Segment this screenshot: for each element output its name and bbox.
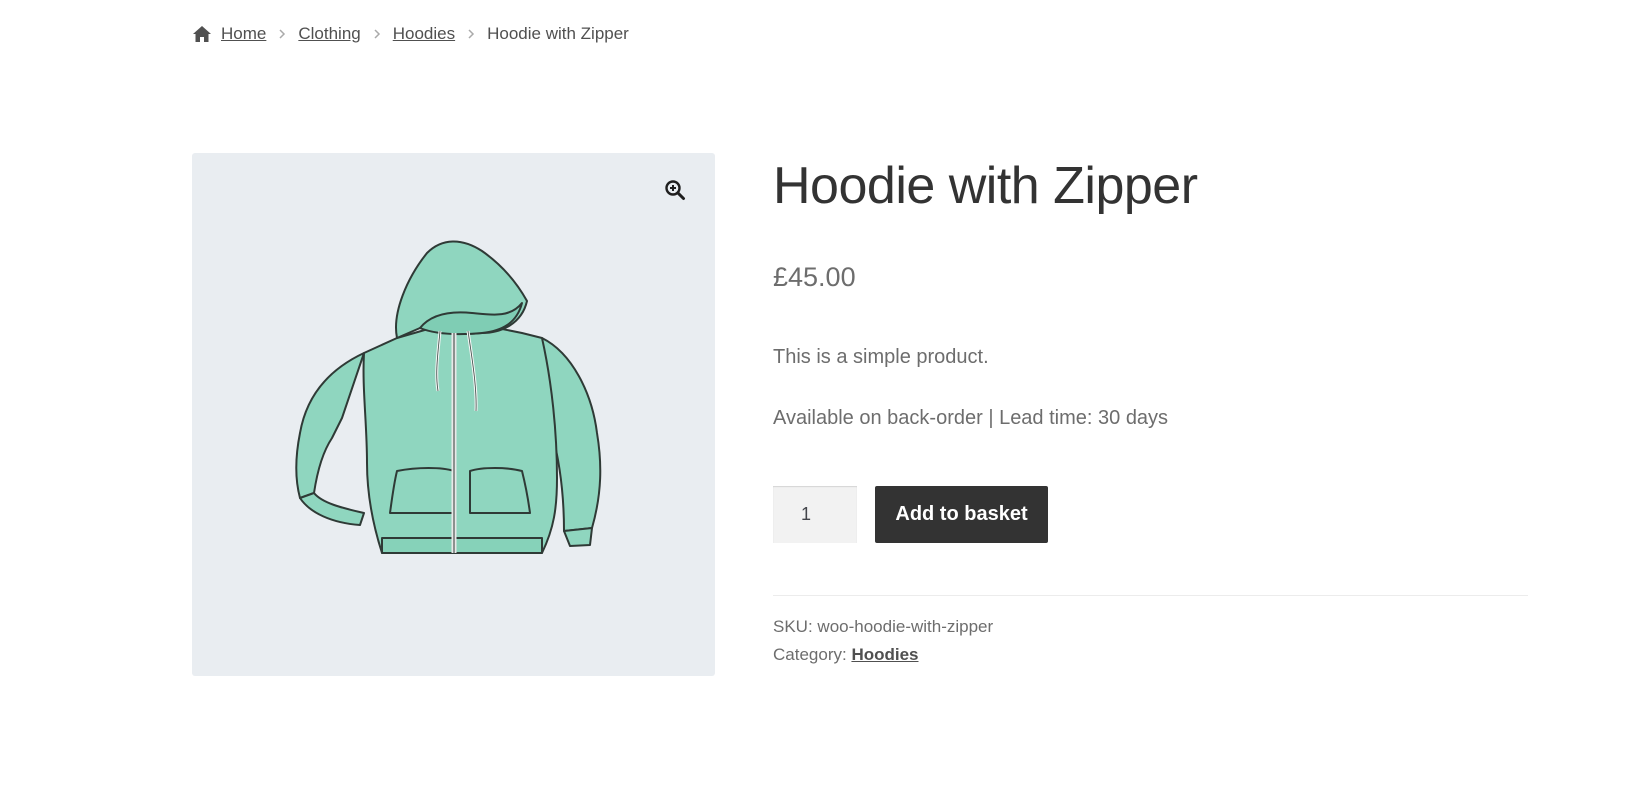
chevron-right-icon [464,27,478,41]
stock-status: Available on back-order | Lead time: 30 … [773,407,1169,429]
chevron-right-icon [275,27,289,41]
quantity-input[interactable] [773,486,857,543]
chevron-right-icon [370,27,384,41]
breadcrumb-home-link[interactable]: Home [221,24,266,44]
product-sku: SKU: woo-hoodie-with-zipper [773,617,993,637]
product-title: Hoodie with Zipper [773,157,1198,215]
category-label: Category: [773,645,847,664]
product-category: Category: Hoodies [773,645,919,665]
product-summary: Hoodie with Zipper £45.00 This is a simp… [773,150,1528,664]
breadcrumb-current: Hoodie with Zipper [487,24,629,43]
sku-value: woo-hoodie-with-zipper [817,617,994,636]
home-icon [192,25,212,43]
sku-label: SKU: [773,617,813,636]
zoom-in-icon [665,180,685,200]
divider [773,595,1528,596]
product-image[interactable] [192,153,715,676]
zoom-button[interactable] [658,173,692,207]
breadcrumb: Home Clothing Hoodies Hoodie with Zipper [192,24,629,44]
breadcrumb-hoodies-link[interactable]: Hoodies [393,24,455,44]
breadcrumb-clothing-link[interactable]: Clothing [298,24,360,44]
add-to-basket-button[interactable]: Add to basket [875,486,1048,543]
product-price: £45.00 [773,262,856,292]
category-link[interactable]: Hoodies [851,645,918,664]
product-gallery[interactable] [192,153,715,676]
product-short-description: This is a simple product. [773,346,989,368]
